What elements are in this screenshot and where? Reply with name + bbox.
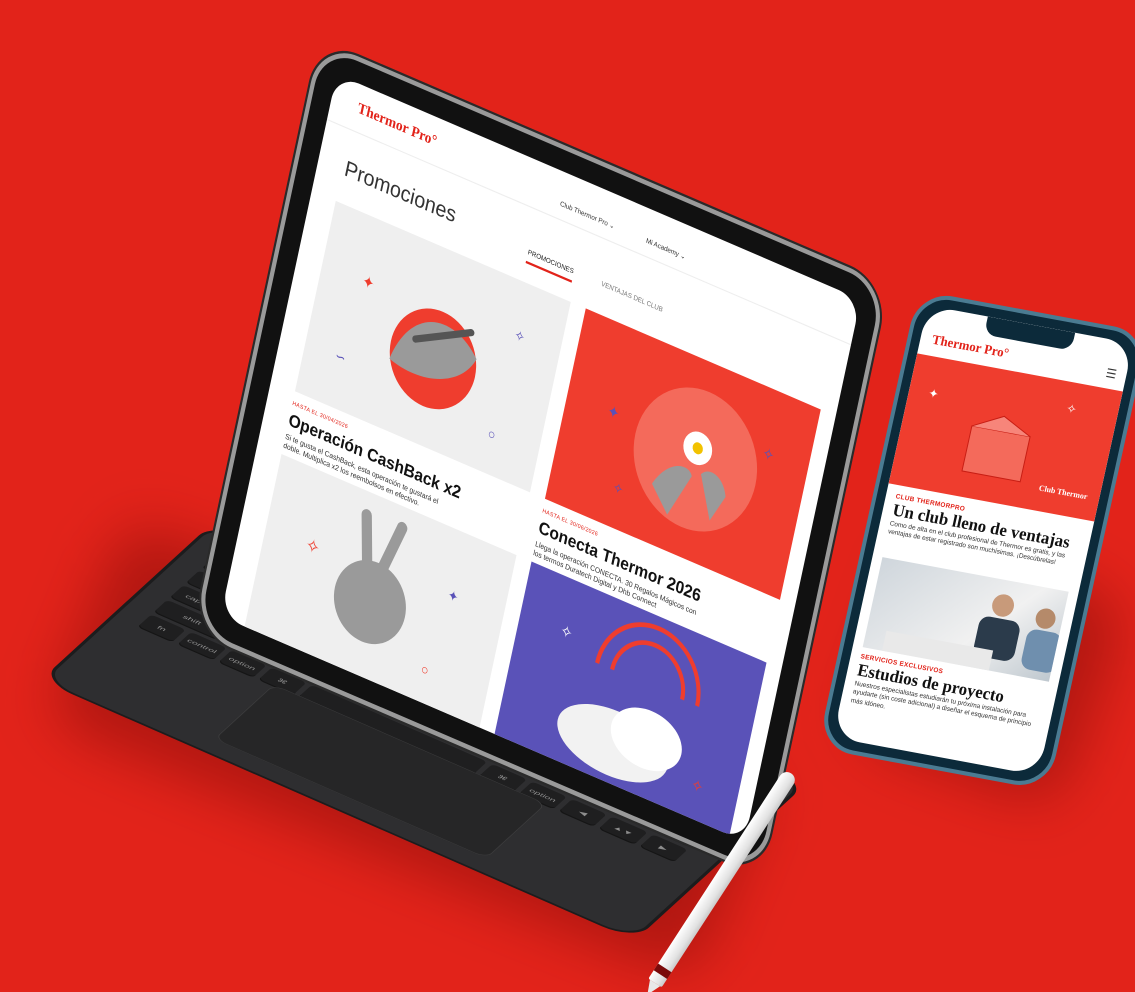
svg-text:✧: ✧ <box>1065 401 1078 417</box>
svg-text:○: ○ <box>420 661 430 679</box>
thermor-pro-logo[interactable]: Thermor Pro° <box>356 99 438 151</box>
hero-image: ✦ ✧ Club Thermor Pro° <box>888 353 1123 522</box>
hero-badge: Club Thermor Pro° <box>1038 483 1105 504</box>
nav-academy[interactable]: Mi Academy ⌄ <box>645 238 686 262</box>
top-nav: Club Thermor Pro ⌄ Mi Academy ⌄ <box>559 200 716 275</box>
device-mockup-scene: escF1F2F3F4F5F6F7F8F9F10F11F12`123456789… <box>0 0 1135 992</box>
gift-box-illustration: ✦ ✧ Club Thermor Pro° <box>927 386 1105 504</box>
svg-text:✧: ✧ <box>689 776 704 798</box>
svg-text:✧: ✧ <box>559 622 574 644</box>
sparkle-icon: ✦ <box>361 272 376 294</box>
svg-text:✦: ✦ <box>927 386 940 402</box>
svg-text:✦: ✦ <box>606 402 621 424</box>
svg-text:○: ○ <box>487 425 497 443</box>
tab-ventajas[interactable]: VENTAJAS DEL CLUB <box>599 281 663 319</box>
pencil-tip <box>642 979 661 992</box>
hamburger-icon[interactable]: ☰ <box>1104 366 1118 382</box>
svg-text:✧: ✧ <box>761 444 776 466</box>
svg-text:✦: ✦ <box>446 587 459 606</box>
pencil-band <box>653 963 672 979</box>
svg-text:✧: ✧ <box>513 327 526 346</box>
svg-text:∽: ∽ <box>334 347 347 366</box>
nav-club[interactable]: Club Thermor Pro ⌄ <box>559 201 615 231</box>
svg-text:✧: ✧ <box>304 534 322 560</box>
svg-text:✧: ✧ <box>612 479 625 498</box>
tab-promociones[interactable]: PROMOCIONES <box>525 249 575 283</box>
